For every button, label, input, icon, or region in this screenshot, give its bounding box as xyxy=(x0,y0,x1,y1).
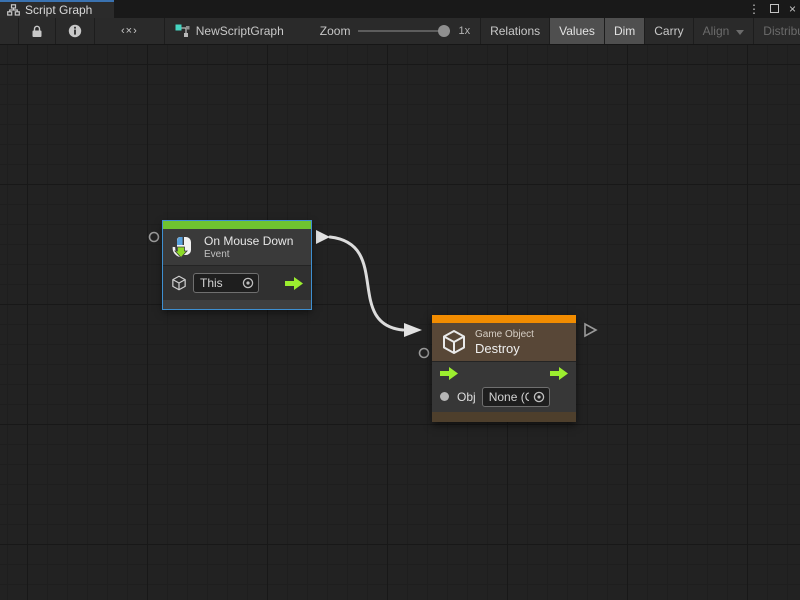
node-category: Game Object xyxy=(475,329,534,340)
node-title: On Mouse Down xyxy=(204,234,293,248)
node-subtitle: Event xyxy=(204,249,293,260)
info-icon xyxy=(68,24,82,38)
node-accent-bar xyxy=(432,315,576,323)
game-object-cube-icon xyxy=(441,329,467,355)
graph-hierarchy-icon xyxy=(7,4,20,16)
tab-title: Script Graph xyxy=(25,3,92,17)
zoom-slider[interactable] xyxy=(358,25,450,37)
node-header[interactable]: On Mouse Down Event xyxy=(163,229,311,266)
game-object-cube-icon xyxy=(171,275,187,291)
control-output-port[interactable] xyxy=(585,324,596,336)
zoom-label: Zoom xyxy=(320,24,351,38)
align-label: Align xyxy=(703,24,730,38)
window-titlebar: Script Graph ⋮ × xyxy=(0,0,800,18)
control-flow-row xyxy=(440,367,568,380)
align-dropdown: Align xyxy=(694,18,755,44)
control-flow-arrow-icon[interactable] xyxy=(440,367,458,380)
connection-arrowhead xyxy=(404,323,422,337)
distribute-dropdown: Distribute xyxy=(754,18,800,44)
object-input-field[interactable]: None (O xyxy=(482,387,550,407)
close-icon[interactable]: × xyxy=(789,0,796,18)
graph-canvas[interactable]: On Mouse Down Event This xyxy=(0,45,800,600)
maximize-icon[interactable] xyxy=(770,0,779,18)
target-input-field[interactable]: This xyxy=(193,273,259,293)
script-graph-asset-icon xyxy=(175,24,190,38)
zoom-slider-track xyxy=(358,30,450,32)
graph-asset-name: NewScriptGraph xyxy=(196,24,284,38)
zoom-control: Zoom 1x xyxy=(294,18,481,44)
tab-script-graph[interactable]: Script Graph xyxy=(0,0,114,18)
info-button[interactable] xyxy=(56,18,95,44)
node-footer xyxy=(432,412,576,422)
carry-button[interactable]: Carry xyxy=(645,18,693,44)
object-input-value: None (O xyxy=(489,390,529,404)
unity-script-graph-window: Script Graph ⋮ × ‹×› xyxy=(0,0,800,600)
control-connection-wire xyxy=(330,237,403,330)
zoom-slider-handle[interactable] xyxy=(438,25,450,37)
node-body: This xyxy=(163,266,311,300)
control-flow-arrow-icon[interactable] xyxy=(550,367,568,380)
zoom-value: 1x xyxy=(458,25,470,37)
lock-icon xyxy=(31,25,43,38)
node-body: Obj None (O xyxy=(432,362,576,412)
dim-button[interactable]: Dim xyxy=(605,18,645,44)
edit-source-button[interactable]: ‹×› xyxy=(95,18,165,44)
node-header[interactable]: Game Object Destroy xyxy=(432,323,576,362)
lock-button[interactable] xyxy=(18,18,56,44)
node-footer xyxy=(163,300,311,309)
target-input-value: This xyxy=(200,276,223,290)
control-flow-arrow-icon[interactable] xyxy=(285,277,303,290)
node-on-mouse-down[interactable]: On Mouse Down Event This xyxy=(163,221,311,309)
graph-toolbar: ‹×› NewScriptGraph Zoom 1x Relations Val… xyxy=(0,18,800,45)
distribute-label: Distribute xyxy=(763,24,800,38)
code-icon: ‹×› xyxy=(121,25,138,37)
values-button[interactable]: Values xyxy=(550,18,605,44)
node-destroy[interactable]: Game Object Destroy Obj xyxy=(432,315,576,422)
object-picker-icon[interactable] xyxy=(242,277,254,289)
input-label: Obj xyxy=(457,390,476,404)
value-input-port[interactable] xyxy=(420,349,429,358)
object-picker-icon[interactable] xyxy=(533,391,545,403)
control-output-port[interactable] xyxy=(316,230,330,244)
window-menu-icon[interactable]: ⋮ xyxy=(748,0,760,18)
mouse-down-icon xyxy=(172,235,196,259)
node-accent-bar xyxy=(163,221,311,229)
value-input-row: Obj None (O xyxy=(440,387,568,407)
connection-layer xyxy=(0,45,800,600)
graph-asset-cell: NewScriptGraph xyxy=(165,18,294,44)
node-title: Destroy xyxy=(475,341,534,356)
value-input-port[interactable] xyxy=(150,233,159,242)
relations-button[interactable]: Relations xyxy=(481,18,550,44)
value-dot-icon xyxy=(440,392,449,401)
chevron-down-icon xyxy=(736,30,744,35)
